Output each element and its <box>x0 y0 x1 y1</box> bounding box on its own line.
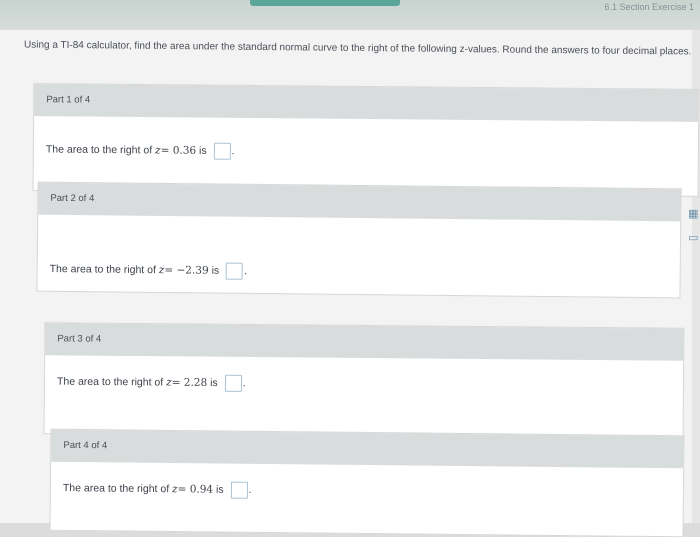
question-text: The area to the right of <box>49 263 156 277</box>
part-3-header: Part 3 of 4 <box>45 323 684 361</box>
part-3-label: Part 3 of 4 <box>57 333 102 345</box>
part-1-label: Part 1 of 4 <box>46 94 91 106</box>
part-3-question: The area to the right of z= 2.28 is . <box>57 373 246 392</box>
question-text: The area to the right of <box>62 482 170 496</box>
breadcrumb[interactable]: 6.1 Section Exercise 1 <box>604 2 694 12</box>
part-4-label: Part 4 of 4 <box>63 439 108 452</box>
part-4-header: Part 4 of 4 <box>51 429 684 469</box>
question-text: The area to the right of <box>56 375 164 389</box>
answer-input-3[interactable] <box>224 374 242 392</box>
part-2-header: Part 2 of 4 <box>38 182 681 222</box>
part-1-panel: Part 1 of 4 The area to the right of z= … <box>32 83 700 197</box>
z-value: = 2.28 <box>171 376 208 389</box>
banner-accent <box>250 0 400 6</box>
part-2-label: Part 2 of 4 <box>50 192 95 205</box>
question-suffix: is <box>211 264 220 277</box>
question-suffix: is <box>210 376 218 390</box>
question-suffix: is <box>215 483 224 496</box>
video-icon[interactable]: ▭ <box>688 232 698 244</box>
answer-input-1[interactable] <box>213 142 231 160</box>
part-2-panel: Part 2 of 4 The area to the right of z= … <box>36 181 682 299</box>
part-1-question: The area to the right of z= 0.36 is . <box>46 141 235 160</box>
z-value: = 0.94 <box>177 483 214 496</box>
part-4-question: The area to the right of z= 0.94 is . <box>63 480 252 499</box>
answer-input-4[interactable] <box>230 481 248 499</box>
answer-input-2[interactable] <box>226 262 244 280</box>
part-1-header: Part 1 of 4 <box>34 84 699 122</box>
question-text: The area to the right of <box>45 143 153 157</box>
part-4-panel: Part 4 of 4 The area to the right of z= … <box>49 428 685 537</box>
question-suffix: is <box>198 144 207 157</box>
z-value: = −2.39 <box>164 264 209 277</box>
top-banner: 6.1 Section Exercise 1 <box>0 0 700 30</box>
part-2-question: The area to the right of z= −2.39 is . <box>50 261 248 280</box>
part-3-panel: Part 3 of 4 The area to the right of z= … <box>43 322 685 440</box>
z-value: = 0.36 <box>160 144 197 157</box>
data-icon[interactable]: ▦ <box>688 208 698 220</box>
